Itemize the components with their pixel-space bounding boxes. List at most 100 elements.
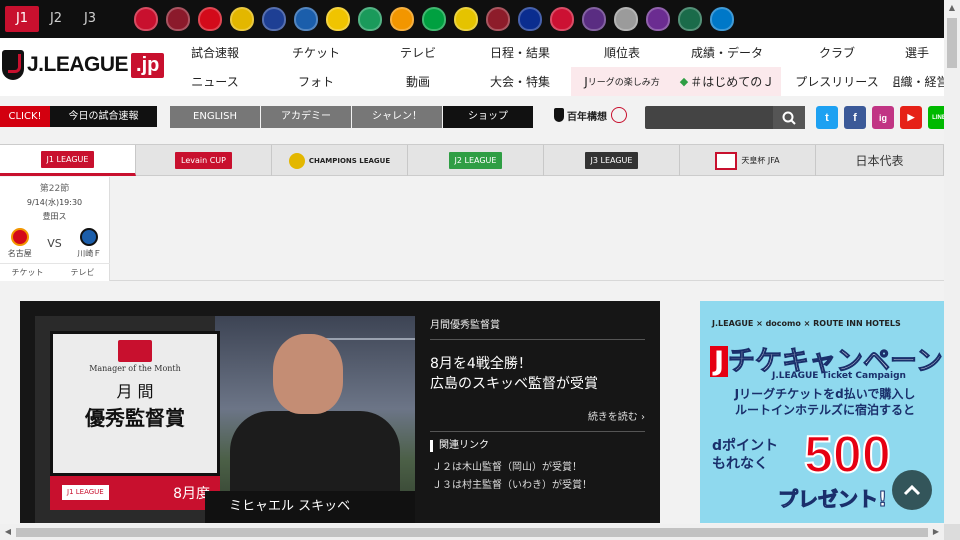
scroll-right-arrow-icon[interactable]: ▶ (928, 524, 944, 540)
club-emblem-icon[interactable] (646, 7, 670, 31)
comp-tab-acl[interactable]: CHAMPIONS LEAGUE (272, 145, 408, 176)
beginner-leaf-icon: ◆ (679, 75, 689, 88)
comp-j2-label: J2 LEAGUE (448, 152, 503, 169)
tab-academy[interactable]: アカデミー (261, 106, 352, 128)
jleague-logo[interactable]: J.LEAGUE .jp (2, 50, 165, 80)
promo-amount: 500 (803, 425, 892, 485)
comp-j1-label: J1 LEAGUE (40, 150, 95, 168)
back-to-top-button[interactable] (892, 470, 932, 510)
hyaku-badge-icon (611, 107, 627, 123)
vertical-scroll-thumb[interactable] (947, 18, 957, 68)
nav-tv[interactable]: テレビ (367, 38, 469, 67)
click-label[interactable]: CLICK! (0, 106, 50, 127)
comp-emperors-cup-label: 天皇杯 JFA (741, 156, 780, 165)
club-emblem-icon[interactable] (230, 7, 254, 31)
related-link-j2[interactable]: Ｊ２は木山監督（岡山）が受賞！ (430, 462, 645, 474)
related-link-j3[interactable]: Ｊ３は村主監督（いわき）が受賞！ (430, 480, 645, 492)
site-header: J.LEAGUE .jp 試合速報 チケット テレビ 日程・結果 順位表 成績・… (0, 38, 944, 96)
nav-how-to-enjoy-label: リーグの楽しみ方 (587, 78, 660, 88)
chevron-up-icon (903, 484, 921, 496)
today-live-button[interactable]: 今日の試合速報 (50, 106, 157, 127)
club-emblem-icon[interactable] (518, 7, 542, 31)
nav-photo[interactable]: フォト (265, 67, 367, 96)
away-team-name: 川崎Ｆ (77, 249, 102, 258)
vertical-scrollbar[interactable]: ▲ (944, 0, 960, 524)
feature-article[interactable]: Manager of the Month 月 間 優秀監督賞 J1 LEAGUE… (20, 301, 660, 523)
division-tabs: J1 J2 J3 (5, 6, 107, 32)
tab-shaon[interactable]: シャレン！ (352, 106, 443, 128)
nav-tournaments[interactable]: 大会・特集 (469, 67, 571, 96)
scroll-up-arrow-icon[interactable]: ▲ (944, 0, 960, 16)
tab-english[interactable]: ENGLISH (170, 106, 261, 128)
twitter-icon[interactable]: t (816, 106, 838, 129)
nav-press[interactable]: プレスリリース (781, 67, 893, 96)
division-tab-j1[interactable]: J1 (5, 6, 39, 32)
chevron-right-icon: › (641, 412, 645, 423)
division-tab-j2[interactable]: J2 (39, 6, 73, 32)
match-card[interactable]: 第22節 9/14(水)19:30 豊田ス 名古屋 VS 川崎Ｆ チケット テレ… (0, 177, 110, 281)
club-emblem-icon[interactable] (614, 7, 638, 31)
club-emblem-icon[interactable] (486, 7, 510, 31)
club-emblem-icon[interactable] (582, 7, 606, 31)
nav-news[interactable]: ニュース (165, 67, 265, 96)
club-emblem-icon[interactable] (262, 7, 286, 31)
home-team: 名古屋 (8, 228, 32, 259)
club-emblem-icon[interactable] (358, 7, 382, 31)
search-input[interactable] (645, 106, 773, 129)
mom-jp-line2: 優秀監督賞 (85, 406, 185, 430)
match-teams: 名古屋 VS 川崎Ｆ (0, 228, 109, 259)
club-emblem-icon[interactable] (294, 7, 318, 31)
feature-title-line1[interactable]: 8月を4戦全勝！ (430, 354, 645, 374)
match-tv-link[interactable]: テレビ (55, 264, 110, 281)
instagram-icon[interactable]: ig (872, 106, 894, 129)
read-more-link[interactable]: 続きを読む › (430, 408, 645, 431)
horizontal-scrollbar[interactable]: ◀ ▶ (0, 524, 944, 540)
club-emblem-icon[interactable] (678, 7, 702, 31)
comp-tab-j2[interactable]: J2 LEAGUE (408, 145, 544, 176)
nav-how-to-enjoy[interactable]: J リーグの楽しみ方 (571, 67, 673, 96)
club-emblem-icon[interactable] (134, 7, 158, 31)
nav-clubs[interactable]: クラブ (781, 38, 893, 67)
club-emblem-icon[interactable] (326, 7, 350, 31)
club-emblem-icon[interactable] (198, 7, 222, 31)
feature-divider-2 (430, 431, 645, 432)
horizontal-scroll-thumb[interactable] (16, 528, 928, 537)
match-links: チケット テレビ (0, 263, 110, 281)
club-emblem-icon[interactable] (550, 7, 574, 31)
search-button[interactable] (773, 106, 805, 129)
comp-tab-j3[interactable]: J3 LEAGUE (544, 145, 680, 176)
club-emblem-icon[interactable] (710, 7, 734, 31)
comp-j3-label: J3 LEAGUE (584, 152, 639, 169)
nav-standings[interactable]: 順位表 (571, 38, 673, 67)
club-emblem-icon[interactable] (454, 7, 478, 31)
comp-tab-j1[interactable]: J1 LEAGUE (0, 145, 136, 176)
club-emblem-icon[interactable] (422, 7, 446, 31)
nav-first-time-label: ＃はじめてのＪ (690, 75, 775, 89)
nav-video[interactable]: 動画 (367, 67, 469, 96)
club-emblem-icon[interactable] (166, 7, 190, 31)
nav-schedule[interactable]: 日程・結果 (469, 38, 571, 67)
search-box (645, 106, 805, 129)
division-tab-j3[interactable]: J3 (73, 6, 107, 32)
acl-trophy-icon (288, 152, 305, 169)
nav-stats[interactable]: 成績・データ (673, 38, 781, 67)
comp-tab-levain[interactable]: Levain CUP (136, 145, 272, 176)
match-section: 第22節 (39, 184, 70, 194)
nav-ticket[interactable]: チケット (265, 38, 367, 67)
scroll-left-arrow-icon[interactable]: ◀ (0, 524, 16, 540)
tab-shop[interactable]: ショップ (443, 106, 534, 128)
hyaku-nen-link[interactable]: 百年構想 (554, 107, 627, 123)
match-strip: 第22節 9/14(水)19:30 豊田ス 名古屋 VS 川崎Ｆ チケット テレ… (0, 177, 944, 281)
nav-organization[interactable]: 組織・経営 (893, 67, 944, 96)
nav-live[interactable]: 試合速報 (165, 38, 265, 67)
nav-players[interactable]: 選手 (893, 38, 944, 67)
club-emblem-icon[interactable] (390, 7, 414, 31)
comp-tab-emperors-cup[interactable]: 天皇杯 JFA (680, 145, 816, 176)
nav-first-time[interactable]: ◆ ＃はじめてのＪ (673, 67, 781, 96)
coach-name-bar: ミヒャエル スキッベ (205, 491, 415, 523)
match-ticket-link[interactable]: チケット (0, 264, 55, 281)
comp-tab-national-team[interactable]: 日本代表 (816, 145, 944, 176)
feature-title-line2[interactable]: 広島のスキッベ監督が受賞 (430, 374, 645, 394)
youtube-icon[interactable]: ▶ (900, 106, 922, 129)
facebook-icon[interactable]: f (844, 106, 866, 129)
